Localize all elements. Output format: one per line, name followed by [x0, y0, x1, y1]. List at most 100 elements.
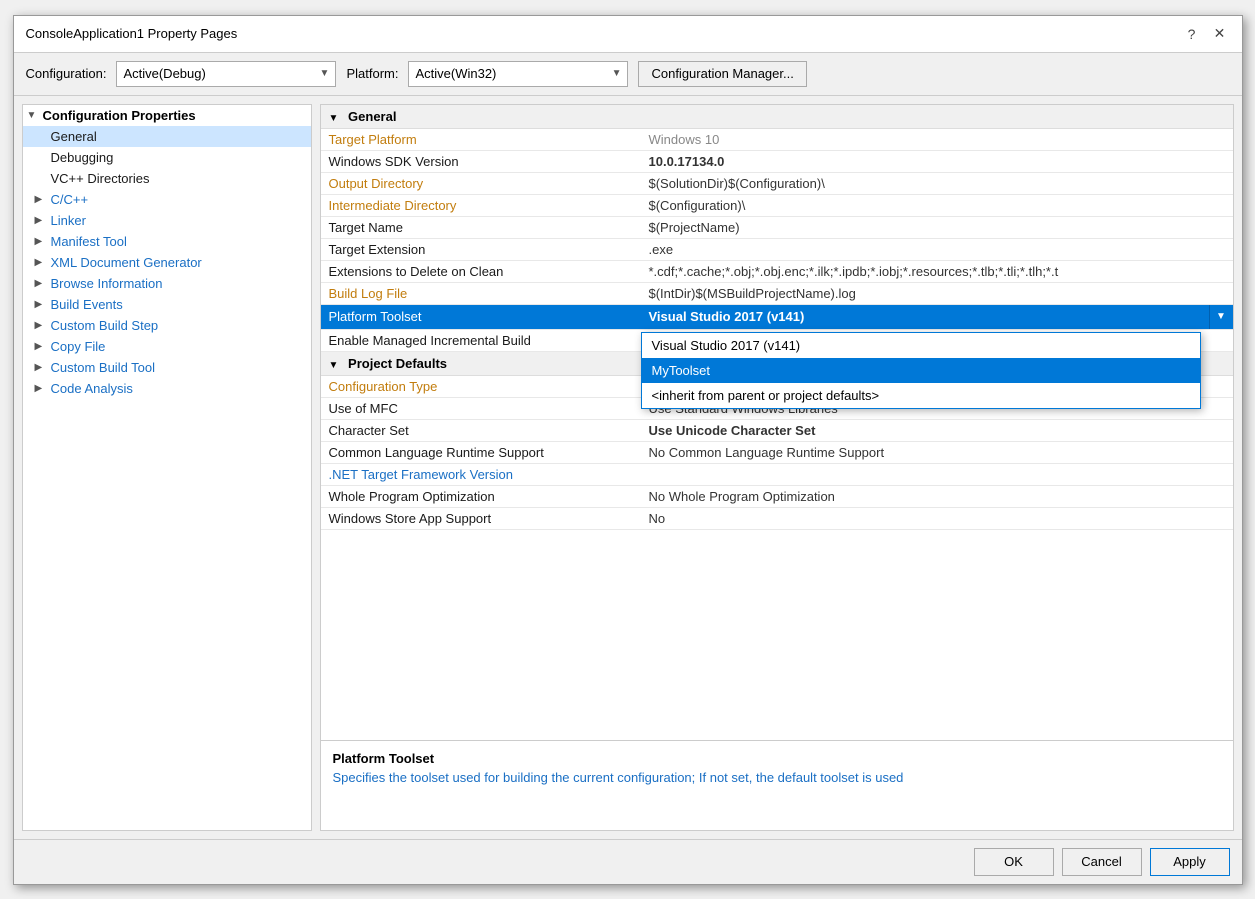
linker-label: Linker	[51, 213, 86, 228]
general-section-header: ▼ General	[321, 105, 1233, 129]
custom-build-expand-icon: ▶	[35, 320, 47, 331]
prop-value-target-extension: .exe	[641, 238, 1233, 260]
sidebar-item-cpp[interactable]: ▶ C/C++	[23, 189, 311, 210]
prop-value-build-log: $(IntDir)$(MSBuildProjectName).log	[641, 282, 1233, 304]
copy-file-label: Copy File	[51, 339, 106, 354]
platform-toolset-value: Visual Studio 2017 (v141)	[641, 306, 1209, 327]
table-row[interactable]: Character Set Use Unicode Character Set	[321, 419, 1233, 441]
prop-value-windows-store: No	[641, 507, 1233, 529]
help-button[interactable]: ?	[1182, 24, 1202, 44]
custom-build-tool-expand-icon: ▶	[35, 362, 47, 373]
sidebar-item-manifest-tool[interactable]: ▶ Manifest Tool	[23, 231, 311, 252]
dropdown-item-vs2017[interactable]: Visual Studio 2017 (v141)	[642, 333, 1200, 358]
tree-root-config-properties[interactable]: ▼ Configuration Properties	[23, 105, 311, 126]
xml-doc-expand-icon: ▶	[35, 257, 47, 268]
prop-value-character-set: Use Unicode Character Set	[641, 419, 1233, 441]
prop-value-net-framework	[641, 463, 1233, 485]
platform-dropdown[interactable]: Active(Win32) ▼	[408, 61, 628, 87]
table-row[interactable]: Target Name $(ProjectName)	[321, 216, 1233, 238]
ok-button[interactable]: OK	[974, 848, 1054, 876]
platform-value: Active(Win32)	[415, 66, 496, 81]
table-row[interactable]: Extensions to Delete on Clean *.cdf;*.ca…	[321, 260, 1233, 282]
table-row[interactable]: Target Extension .exe	[321, 238, 1233, 260]
project-defaults-expand-icon: ▼	[329, 360, 339, 371]
platform-dropdown-arrow-icon: ▼	[612, 68, 622, 79]
prop-label-windows-sdk: Windows SDK Version	[321, 150, 641, 172]
table-row[interactable]: Platform Toolset Visual Studio 2017 (v14…	[321, 304, 1233, 329]
config-bar: Configuration: Active(Debug) ▼ Platform:…	[14, 53, 1242, 96]
custom-build-step-label: Custom Build Step	[51, 318, 159, 333]
custom-build-tool-label: Custom Build Tool	[51, 360, 156, 375]
config-value: Active(Debug)	[123, 66, 205, 81]
tree-root-label: Configuration Properties	[43, 108, 196, 123]
sidebar-item-linker[interactable]: ▶ Linker	[23, 210, 311, 231]
sidebar-item-code-analysis[interactable]: ▶ Code Analysis	[23, 378, 311, 399]
configuration-dropdown[interactable]: Active(Debug) ▼	[116, 61, 336, 87]
prop-label-target-platform: Target Platform	[321, 128, 641, 150]
table-row[interactable]: Common Language Runtime Support No Commo…	[321, 441, 1233, 463]
sidebar-item-vc-directories[interactable]: VC++ Directories	[23, 168, 311, 189]
config-dropdown-arrow-icon: ▼	[320, 68, 330, 79]
platform-toolset-value-cell: Visual Studio 2017 (v141) ▼ Visual Studi…	[641, 304, 1233, 329]
sidebar-item-debugging[interactable]: Debugging	[23, 147, 311, 168]
prop-label-use-mfc: Use of MFC	[321, 397, 641, 419]
cpp-expand-icon: ▶	[35, 194, 47, 205]
prop-value-intermediate-dir: $(Configuration)\	[641, 194, 1233, 216]
sidebar-item-general[interactable]: General	[23, 126, 311, 147]
table-row[interactable]: Target Platform Windows 10	[321, 128, 1233, 150]
debugging-label: Debugging	[51, 150, 114, 165]
table-row[interactable]: .NET Target Framework Version	[321, 463, 1233, 485]
apply-button[interactable]: Apply	[1150, 848, 1230, 876]
copy-file-expand-icon: ▶	[35, 341, 47, 352]
bottom-bar: OK Cancel Apply	[14, 839, 1242, 884]
dropdown-item-mytoolset[interactable]: MyToolset	[642, 358, 1200, 383]
build-events-expand-icon: ▶	[35, 299, 47, 310]
platform-label: Platform:	[346, 66, 398, 81]
prop-label-intermediate-dir: Intermediate Directory	[321, 194, 641, 216]
prop-value-windows-sdk: 10.0.17134.0	[641, 150, 1233, 172]
properties-table: ▼ General Target Platform Windows 10 Win…	[321, 105, 1233, 740]
table-row[interactable]: Intermediate Directory $(Configuration)\	[321, 194, 1233, 216]
expand-icon: ▼	[27, 110, 39, 121]
sidebar-item-build-events[interactable]: ▶ Build Events	[23, 294, 311, 315]
prop-label-character-set: Character Set	[321, 419, 641, 441]
dropdown-item-inherit[interactable]: <inherit from parent or project defaults…	[642, 383, 1200, 408]
prop-value-clr-support: No Common Language Runtime Support	[641, 441, 1233, 463]
table-row[interactable]: Windows SDK Version 10.0.17134.0	[321, 150, 1233, 172]
browse-expand-icon: ▶	[35, 278, 47, 289]
sidebar-item-browse-info[interactable]: ▶ Browse Information	[23, 273, 311, 294]
configuration-manager-button[interactable]: Configuration Manager...	[638, 61, 806, 87]
code-analysis-expand-icon: ▶	[35, 383, 47, 394]
sidebar-item-custom-build-step[interactable]: ▶ Custom Build Step	[23, 315, 311, 336]
prop-label-extensions-delete: Extensions to Delete on Clean	[321, 260, 641, 282]
browse-info-label: Browse Information	[51, 276, 163, 291]
general-label: General	[51, 129, 97, 144]
prop-label-net-framework: .NET Target Framework Version	[321, 463, 641, 485]
sidebar-item-custom-build-tool[interactable]: ▶ Custom Build Tool	[23, 357, 311, 378]
table-row[interactable]: Build Log File $(IntDir)$(MSBuildProject…	[321, 282, 1233, 304]
prop-label-config-type: Configuration Type	[321, 375, 641, 397]
build-events-label: Build Events	[51, 297, 123, 312]
cancel-button[interactable]: Cancel	[1062, 848, 1142, 876]
project-defaults-label: Project Defaults	[348, 356, 447, 371]
prop-value-whole-program: No Whole Program Optimization	[641, 485, 1233, 507]
table-row[interactable]: Whole Program Optimization No Whole Prog…	[321, 485, 1233, 507]
close-button[interactable]: ✕	[1210, 24, 1230, 44]
sidebar-item-xml-doc-gen[interactable]: ▶ XML Document Generator	[23, 252, 311, 273]
code-analysis-label: Code Analysis	[51, 381, 133, 396]
table-row[interactable]: Output Directory $(SolutionDir)$(Configu…	[321, 172, 1233, 194]
platform-toolset-dropdown-popup: Visual Studio 2017 (v141) MyToolset <inh…	[641, 332, 1201, 409]
table-row[interactable]: Windows Store App Support No	[321, 507, 1233, 529]
title-bar: ConsoleApplication1 Property Pages ? ✕	[14, 16, 1242, 53]
prop-label-build-log: Build Log File	[321, 282, 641, 304]
linker-expand-icon: ▶	[35, 215, 47, 226]
description-panel: Platform Toolset Specifies the toolset u…	[321, 740, 1233, 830]
main-content: ▼ Configuration Properties General Debug…	[14, 96, 1242, 839]
properties-panel: ▼ General Target Platform Windows 10 Win…	[320, 104, 1234, 831]
sidebar-item-copy-file[interactable]: ▶ Copy File	[23, 336, 311, 357]
platform-toolset-dropdown-btn[interactable]: ▼	[1209, 305, 1233, 329]
prop-label-output-dir: Output Directory	[321, 172, 641, 194]
title-bar-buttons: ? ✕	[1182, 24, 1230, 44]
prop-label-target-extension: Target Extension	[321, 238, 641, 260]
platform-toolset-value-container: Visual Studio 2017 (v141) ▼	[641, 305, 1233, 329]
